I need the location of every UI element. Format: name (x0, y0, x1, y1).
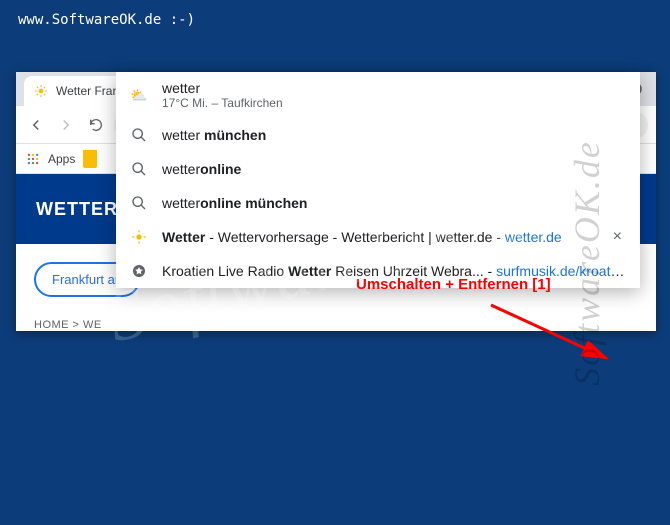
suggestion-history[interactable]: Wetter - Wettervorhersage - Wetterberich… (116, 220, 640, 254)
breadcrumb: HOME > WE (34, 319, 656, 331)
back-icon[interactable] (24, 113, 48, 137)
suggestion-text: wetter münchen (162, 127, 626, 143)
page-header-text: www.SoftwareOK.de :-) (0, 0, 670, 40)
reload-icon[interactable] (84, 113, 108, 137)
suggestion-text: wetteronline münchen (162, 195, 626, 211)
suggestion-weather[interactable]: ⛅ wetter 17°C Mi. – Taufkirchen (116, 72, 640, 118)
weather-icon: ⛅ (130, 86, 148, 104)
star-icon (130, 262, 148, 280)
apps-icon[interactable] (26, 152, 40, 166)
sun-icon (130, 228, 148, 246)
suggestion-search[interactable]: wetteronline (116, 152, 640, 186)
bookmark-icon[interactable] (83, 150, 97, 168)
suggestion-text: wetteronline (162, 161, 626, 177)
apps-label[interactable]: Apps (48, 152, 75, 166)
suggestion-subtext: 17°C Mi. – Taufkirchen (162, 96, 626, 110)
search-icon (130, 126, 148, 144)
remove-suggestion-button[interactable]: × (609, 228, 626, 246)
annotation-label: Umschalten + Entfernen [1] (356, 276, 551, 293)
suggestion-text: Wetter - Wettervorhersage - Wetterberich… (162, 229, 595, 245)
suggestion-search[interactable]: wetter münchen (116, 118, 640, 152)
search-icon (130, 160, 148, 178)
forward-icon[interactable] (54, 113, 78, 137)
omnibox-suggestions: ⛅ wetter 17°C Mi. – Taufkirchen wetter m… (116, 72, 640, 288)
search-icon (130, 194, 148, 212)
suggestion-text: wetter (162, 80, 626, 96)
sun-icon (34, 84, 48, 98)
suggestion-search[interactable]: wetteronline münchen (116, 186, 640, 220)
